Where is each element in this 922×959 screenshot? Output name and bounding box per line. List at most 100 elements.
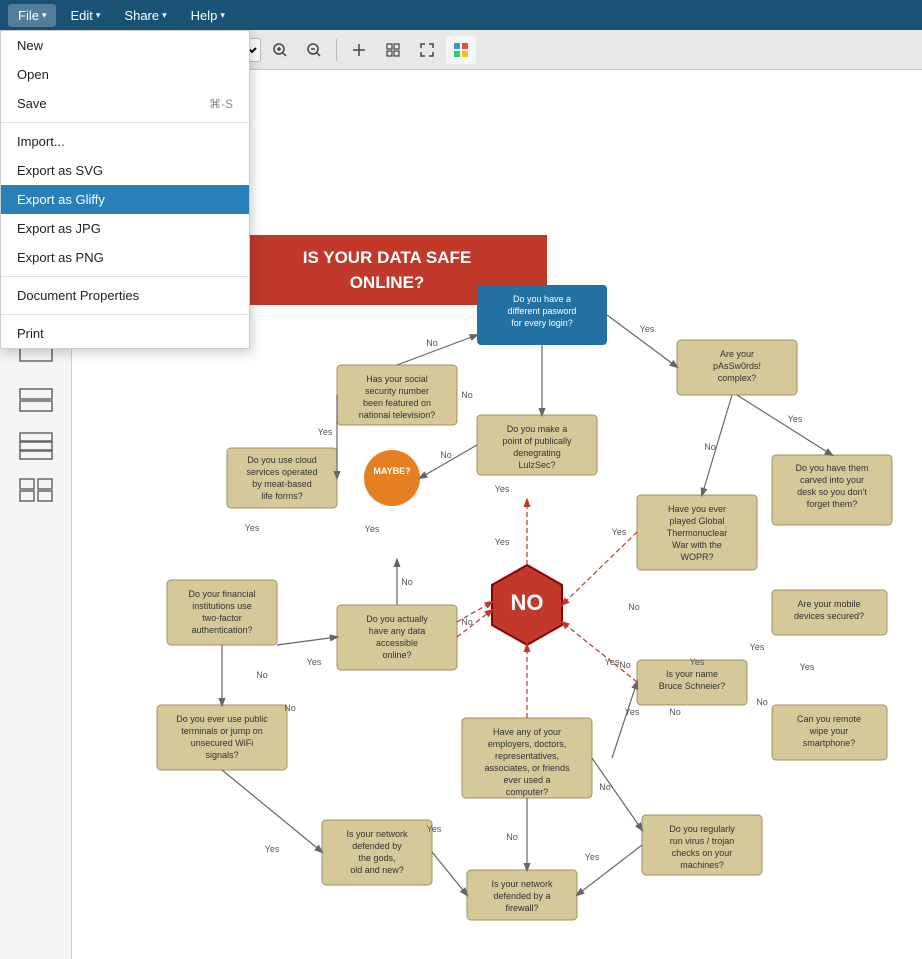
zoom-in-btn[interactable]	[265, 36, 295, 64]
svg-text:No: No	[599, 782, 611, 792]
menu-export-png[interactable]: Export as PNG	[1, 243, 249, 272]
add-element-btn[interactable]	[344, 36, 374, 64]
svg-text:have any data: have any data	[369, 626, 426, 636]
menu-edit[interactable]: Edit ▾	[60, 4, 110, 27]
svg-text:institutions use: institutions use	[192, 601, 252, 611]
menu-import[interactable]: Import...	[1, 127, 249, 156]
svg-text:Yes: Yes	[427, 824, 442, 834]
svg-text:Yes: Yes	[788, 414, 803, 424]
toolbar-sep-3	[336, 39, 337, 61]
menu-export-gliffy[interactable]: Export as Gliffy	[1, 185, 249, 214]
edit-chevron-icon: ▾	[96, 10, 101, 21]
dropdown-separator-3	[1, 314, 249, 315]
svg-text:defended by: defended by	[352, 841, 402, 851]
svg-text:No: No	[461, 617, 473, 627]
svg-text:Are your: Are your	[720, 349, 754, 359]
zoom-out-btn[interactable]	[299, 36, 329, 64]
svg-text:run virus / trojan: run virus / trojan	[670, 836, 735, 846]
svg-text:authentication?: authentication?	[191, 625, 252, 635]
svg-text:No: No	[669, 707, 681, 717]
svg-text:services operated: services operated	[246, 467, 317, 477]
svg-text:complex?: complex?	[718, 373, 757, 383]
svg-text:accessible: accessible	[376, 638, 418, 648]
svg-text:Do you use cloud: Do you use cloud	[247, 455, 317, 465]
menu-share[interactable]: Share ▾	[114, 4, 176, 27]
svg-text:Are your mobile: Are your mobile	[797, 599, 860, 609]
svg-text:been featured on: been featured on	[363, 398, 431, 408]
svg-text:No: No	[704, 442, 716, 452]
svg-text:Do you have them: Do you have them	[795, 463, 868, 473]
menubar: File ▾ Edit ▾ Share ▾ Help ▾	[0, 0, 922, 30]
shape-small-rect-4[interactable]	[8, 472, 64, 512]
svg-text:Can you remote: Can you remote	[797, 714, 861, 724]
menu-export-svg[interactable]: Export as SVG	[1, 156, 249, 185]
svg-text:WOPR?: WOPR?	[680, 552, 713, 562]
svg-text:Have any of your: Have any of your	[493, 727, 561, 737]
menu-print[interactable]: Print	[1, 319, 249, 348]
svg-text:No: No	[628, 602, 640, 612]
svg-text:Do you make a: Do you make a	[507, 424, 568, 434]
svg-text:No: No	[756, 697, 768, 707]
svg-text:No: No	[256, 670, 268, 680]
svg-text:Thermonuclear: Thermonuclear	[667, 528, 728, 538]
svg-text:employers, doctors,: employers, doctors,	[488, 739, 567, 749]
svg-text:No: No	[401, 577, 413, 587]
svg-text:unsecured WiFi: unsecured WiFi	[191, 738, 254, 748]
svg-text:Yes: Yes	[307, 657, 322, 667]
svg-text:played Global: played Global	[669, 516, 724, 526]
fullscreen-btn[interactable]	[412, 36, 442, 64]
svg-text:computer?: computer?	[506, 787, 549, 797]
svg-text:No: No	[440, 450, 452, 460]
svg-text:War with the: War with the	[672, 540, 722, 550]
shape-small-rect-2[interactable]	[8, 380, 64, 420]
svg-text:life forms?: life forms?	[261, 491, 303, 501]
svg-text:terminals or jump on: terminals or jump on	[181, 726, 263, 736]
svg-text:Is your network: Is your network	[491, 879, 553, 889]
menu-save[interactable]: Save ⌘-S	[1, 89, 249, 118]
svg-text:MAYBE?: MAYBE?	[373, 466, 410, 476]
shape-small-rect-3[interactable]	[8, 426, 64, 466]
svg-text:LulzSec?: LulzSec?	[518, 460, 555, 470]
svg-text:Yes: Yes	[495, 537, 510, 547]
share-chevron-icon: ▾	[162, 10, 167, 21]
svg-text:Yes: Yes	[750, 642, 765, 652]
file-chevron-icon: ▾	[42, 10, 47, 21]
svg-text:carved into your: carved into your	[800, 475, 864, 485]
dropdown-separator-1	[1, 122, 249, 123]
svg-text:Yes: Yes	[585, 852, 600, 862]
svg-text:firewall?: firewall?	[505, 903, 538, 913]
svg-text:different pasword: different pasword	[508, 306, 577, 316]
svg-text:ever used a: ever used a	[503, 775, 550, 785]
svg-text:Yes: Yes	[690, 657, 705, 667]
menu-file[interactable]: File ▾	[8, 4, 56, 27]
menu-document-properties[interactable]: Document Properties	[1, 281, 249, 310]
svg-text:No: No	[426, 338, 438, 348]
svg-text:Do your financial: Do your financial	[188, 589, 255, 599]
svg-text:Yes: Yes	[612, 527, 627, 537]
menu-open[interactable]: Open	[1, 60, 249, 89]
menu-help[interactable]: Help ▾	[181, 4, 235, 27]
svg-text:Do you actually: Do you actually	[366, 614, 428, 624]
svg-text:Is your network: Is your network	[346, 829, 408, 839]
svg-text:Has your social: Has your social	[366, 374, 428, 384]
svg-text:Do you ever use public: Do you ever use public	[176, 714, 268, 724]
svg-text:Yes: Yes	[640, 324, 655, 334]
svg-text:desk so you don't: desk so you don't	[797, 487, 867, 497]
menu-export-jpg[interactable]: Export as JPG	[1, 214, 249, 243]
svg-text:smartphone?: smartphone?	[803, 738, 856, 748]
svg-text:pAsSw0rds!: pAsSw0rds!	[713, 361, 761, 371]
svg-text:Yes: Yes	[495, 484, 510, 494]
dropdown-separator-2	[1, 276, 249, 277]
svg-text:old and new?: old and new?	[350, 865, 404, 875]
grid-btn[interactable]	[378, 36, 408, 64]
file-dropdown-menu: New Open Save ⌘-S Import... Export as SV…	[0, 30, 250, 349]
svg-text:Have you ever: Have you ever	[668, 504, 726, 514]
svg-text:online?: online?	[382, 650, 411, 660]
svg-text:Do you regularly: Do you regularly	[669, 824, 735, 834]
menu-new[interactable]: New	[1, 31, 249, 60]
svg-text:IS YOUR DATA SAFE: IS YOUR DATA SAFE	[303, 248, 471, 267]
svg-text:No: No	[284, 703, 296, 713]
color-picker-btn[interactable]	[446, 36, 476, 64]
svg-text:devices secured?: devices secured?	[794, 611, 864, 621]
svg-text:wipe your: wipe your	[809, 726, 849, 736]
